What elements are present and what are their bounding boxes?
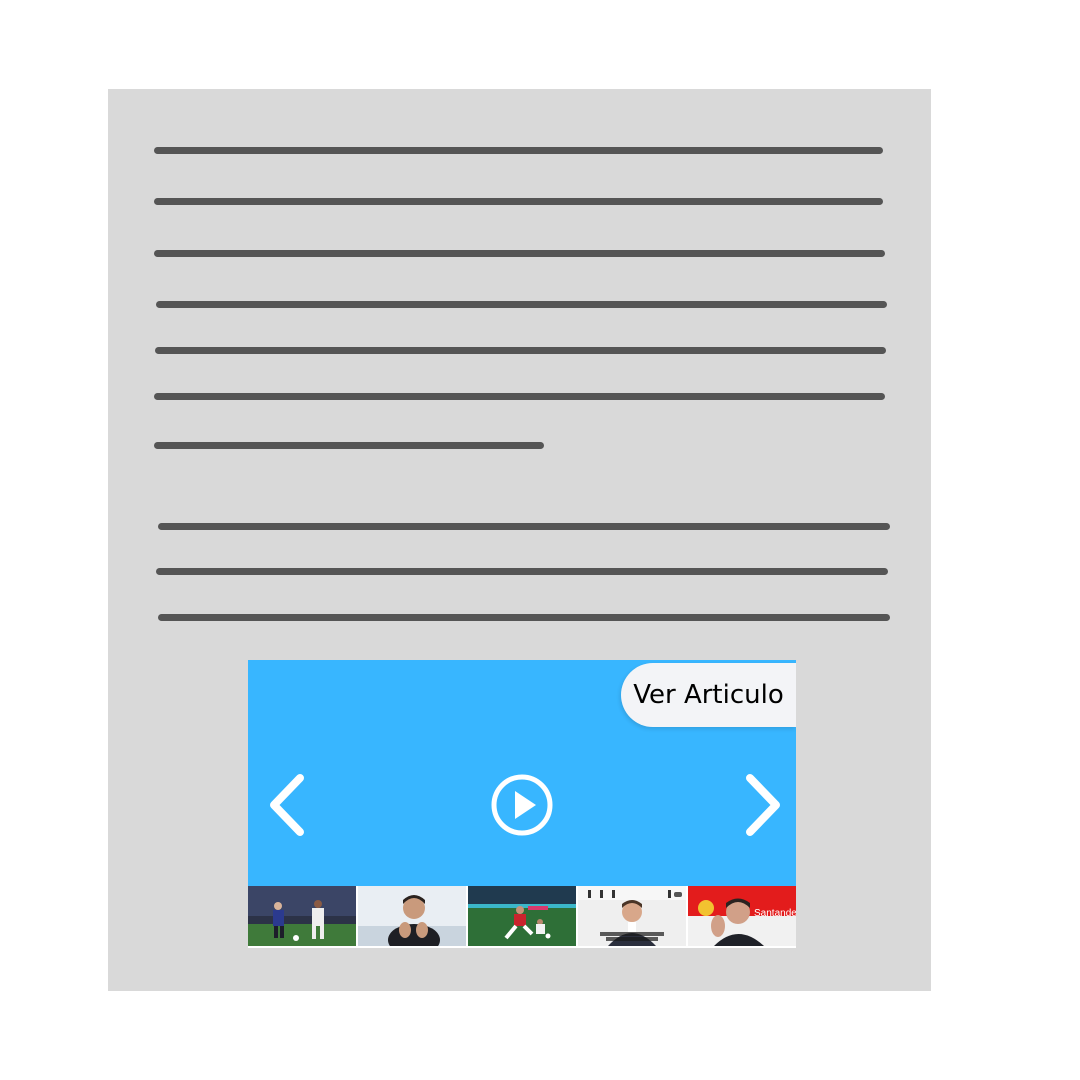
text-placeholder-line <box>154 250 885 257</box>
text-placeholder-line <box>158 523 890 530</box>
video-player-widget[interactable]: Ver Articulo Santander <box>248 660 796 948</box>
text-placeholder-line <box>154 393 885 400</box>
text-placeholder-line <box>154 442 544 449</box>
thumbnail-football-match-1[interactable] <box>248 886 356 946</box>
thumbnail-press-interview[interactable] <box>578 886 686 946</box>
previous-button[interactable] <box>264 770 314 840</box>
text-placeholder-line <box>154 147 883 154</box>
text-placeholder-line <box>155 347 886 354</box>
next-button[interactable] <box>736 770 786 840</box>
thumbnail-football-match-2[interactable] <box>468 886 576 946</box>
view-article-button[interactable]: Ver Articulo <box>621 663 796 727</box>
chevron-left-icon <box>270 774 304 836</box>
thumbnail-coach-clapping[interactable] <box>358 886 466 946</box>
play-button[interactable] <box>490 773 554 837</box>
text-placeholder-line <box>156 301 887 308</box>
text-placeholder-line <box>158 614 890 621</box>
text-placeholder-line <box>156 568 888 575</box>
sponsor-text: Santander <box>754 908 796 919</box>
thumbnail-coach-sponsor-board[interactable]: Santander <box>688 886 796 946</box>
play-circle-icon <box>491 774 553 836</box>
chevron-right-icon <box>746 774 780 836</box>
view-article-label: Ver Articulo <box>633 680 784 710</box>
thumbnail-strip: Santander <box>248 886 796 948</box>
text-placeholder-line <box>154 198 883 205</box>
